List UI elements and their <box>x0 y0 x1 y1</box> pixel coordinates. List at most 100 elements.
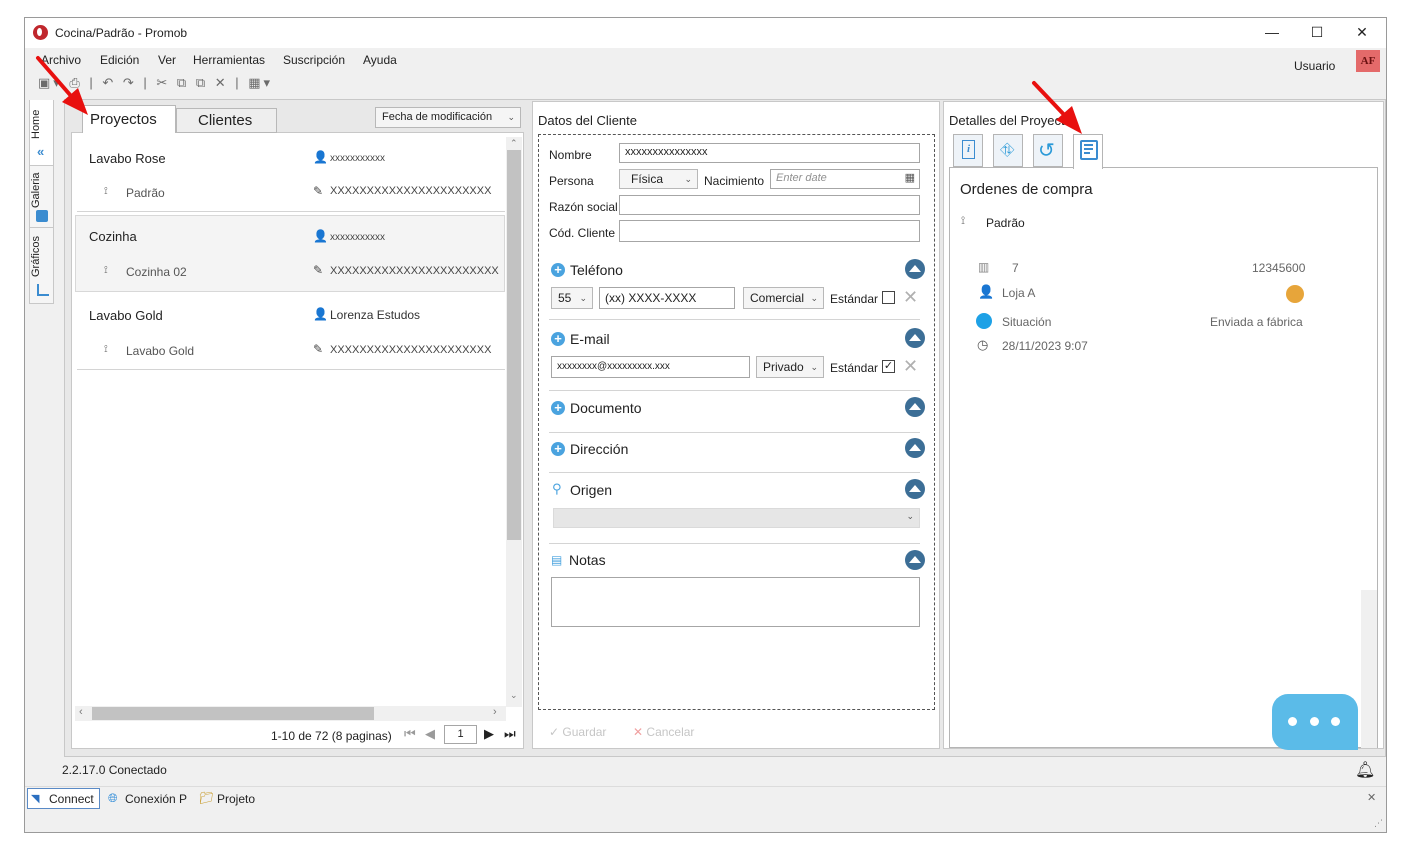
ddd-select[interactable]: 55 ⌄ <box>551 287 593 309</box>
notes-textarea[interactable] <box>551 577 920 627</box>
menu-ver[interactable]: Ver <box>158 53 176 67</box>
add-address-icon[interactable]: + <box>551 442 565 456</box>
horizontal-scroll-thumb[interactable] <box>92 707 374 720</box>
next-page-icon[interactable]: ▶ <box>484 726 494 742</box>
rss-icon: ◥ <box>31 793 40 805</box>
collapse-origen-button[interactable] <box>905 479 925 499</box>
chevron-down-icon: ⌄ <box>579 293 587 303</box>
location-pin-icon: ⚲ <box>552 481 562 496</box>
close-tab-icon[interactable]: ✕ <box>1367 791 1376 804</box>
save-label: Guardar <box>562 725 607 739</box>
orders-section-title: Ordenes de compra <box>960 181 1093 198</box>
project-variant[interactable]: Padrão <box>126 186 165 200</box>
folder-icon: 📁︎ <box>199 791 215 805</box>
sort-dropdown[interactable]: Fecha de modificación ⌄ <box>375 107 521 128</box>
user-icon: 👤 <box>978 284 995 299</box>
vertical-scroll-thumb[interactable] <box>507 150 521 540</box>
menu-suscripcion[interactable]: Suscripción <box>283 53 345 67</box>
sort-dropdown-value: Fecha de modificación <box>382 111 493 123</box>
resize-grip-icon[interactable]: ⋰ <box>1374 818 1383 829</box>
email-input[interactable]: xxxxxxxx@xxxxxxxxx.xxx <box>551 356 750 378</box>
details-scrollbar[interactable] <box>1361 590 1377 748</box>
phone-type-select[interactable]: Comercial ⌄ <box>743 287 824 309</box>
scroll-down-icon[interactable]: ⌄ <box>510 690 518 701</box>
status-label: Situación <box>1002 315 1052 329</box>
project-variant[interactable]: Lavabo Gold <box>126 344 194 358</box>
scroll-right-icon[interactable]: › <box>493 706 497 718</box>
collapse-email-button[interactable] <box>905 328 925 348</box>
remove-email-icon[interactable]: ✕ <box>903 356 918 377</box>
project-name[interactable]: Lavabo Rose <box>89 151 166 166</box>
add-phone-icon[interactable]: + <box>551 263 565 277</box>
prev-page-icon[interactable]: ◀ <box>425 726 435 742</box>
user-label[interactable]: Usuario <box>1294 59 1335 73</box>
collapse-telefono-button[interactable] <box>905 259 925 279</box>
conexion-tab[interactable]: Conexión P <box>125 792 187 806</box>
menu-archivo[interactable]: Archivo <box>41 53 81 67</box>
row-divider <box>77 369 505 370</box>
cancel-button[interactable]: ✕ Cancelar <box>633 725 694 739</box>
calendar-icon[interactable]: ▦ <box>905 171 915 184</box>
persona-select-value: Física <box>631 172 664 186</box>
bell-icon[interactable]: 🔔︎ <box>1355 760 1375 780</box>
collapse-direccion-button[interactable] <box>905 438 925 458</box>
collapse-notas-button[interactable] <box>905 550 925 570</box>
page-input[interactable]: 1 <box>444 725 477 744</box>
factory-icon[interactable] <box>1286 285 1304 303</box>
origen-select[interactable]: ⌄ <box>553 508 920 528</box>
scroll-up-icon[interactable]: ⌃ <box>510 138 518 149</box>
project-name[interactable]: Cozinha <box>89 229 137 244</box>
cod-input[interactable] <box>619 220 920 242</box>
projeto-tab[interactable]: Projeto <box>217 792 255 806</box>
maximize-button[interactable]: ☐ <box>1309 24 1325 40</box>
order-number[interactable]: 7 <box>1012 261 1019 275</box>
chat-dot <box>1310 717 1319 726</box>
tab-clientes[interactable]: Clientes <box>176 108 277 133</box>
scroll-left-icon[interactable]: ‹ <box>79 706 83 718</box>
ddd-value: 55 <box>558 291 572 305</box>
tab-proyectos[interactable]: Proyectos <box>82 105 176 133</box>
cancel-label: Cancelar <box>646 725 695 739</box>
side-tab-galeria[interactable]: Galeria <box>30 168 53 212</box>
add-document-icon[interactable]: + <box>551 401 565 415</box>
project-variant[interactable]: Cozinha 02 <box>126 265 187 279</box>
last-page-icon[interactable]: ⏭ <box>504 726 516 742</box>
date-input[interactable]: Enter date ▦ <box>770 169 920 189</box>
close-button[interactable]: ✕ <box>1354 24 1370 40</box>
project-name[interactable]: Lavabo Gold <box>89 308 163 323</box>
menu-ayuda[interactable]: Ayuda <box>363 53 397 67</box>
razon-input[interactable] <box>619 195 920 215</box>
nombre-input[interactable]: xxxxxxxxxxxxxxx <box>619 143 920 163</box>
status-dot-icon <box>976 313 992 329</box>
email-type-select[interactable]: Privado ⌄ <box>756 356 824 378</box>
collapse-documento-button[interactable] <box>905 397 925 417</box>
user-icon: 👤 <box>313 150 328 164</box>
selected-project-row[interactable] <box>75 215 505 292</box>
first-page-icon[interactable]: ⏮ <box>404 726 416 742</box>
email-standard-checkbox[interactable]: ✓ <box>882 360 895 373</box>
menu-edicion[interactable]: Edición <box>100 53 139 67</box>
order-store: Loja A <box>1002 286 1036 300</box>
section-divider <box>549 319 920 320</box>
minimize-button[interactable]: — <box>1264 24 1280 40</box>
toolbar[interactable]: ▣▾ ⎙ | ↶ ↷ | ✂ ⧉ ⧉ ✕ | ▦▾ <box>38 75 273 91</box>
persona-select[interactable]: Física ⌄ <box>619 169 698 189</box>
phone-input[interactable]: (xx) XXXX-XXXX <box>599 287 735 309</box>
clock-icon: ◷ <box>977 337 989 352</box>
history-icon: ↺ <box>1038 140 1055 162</box>
connect-tab-label: Connect <box>49 792 94 806</box>
avatar[interactable]: AF <box>1356 50 1380 72</box>
add-email-icon[interactable]: + <box>551 332 565 346</box>
title-bar <box>25 18 1386 48</box>
remove-phone-icon[interactable]: ✕ <box>903 287 918 308</box>
section-divider <box>549 543 920 544</box>
menu-herramientas[interactable]: Herramientas <box>193 53 265 67</box>
order-date: 28/11/2023 9:07 <box>1002 339 1088 353</box>
side-tab-graficos[interactable]: Gráficos <box>30 233 53 281</box>
chevron-down-icon: ⌄ <box>684 174 692 184</box>
project-client: Lorenza Estudos <box>330 308 421 322</box>
email-title: E-mail <box>570 331 610 347</box>
brush-icon: ✎ <box>313 342 324 356</box>
phone-standard-checkbox[interactable] <box>882 291 895 304</box>
save-button[interactable]: ✓ Guardar <box>549 725 606 739</box>
